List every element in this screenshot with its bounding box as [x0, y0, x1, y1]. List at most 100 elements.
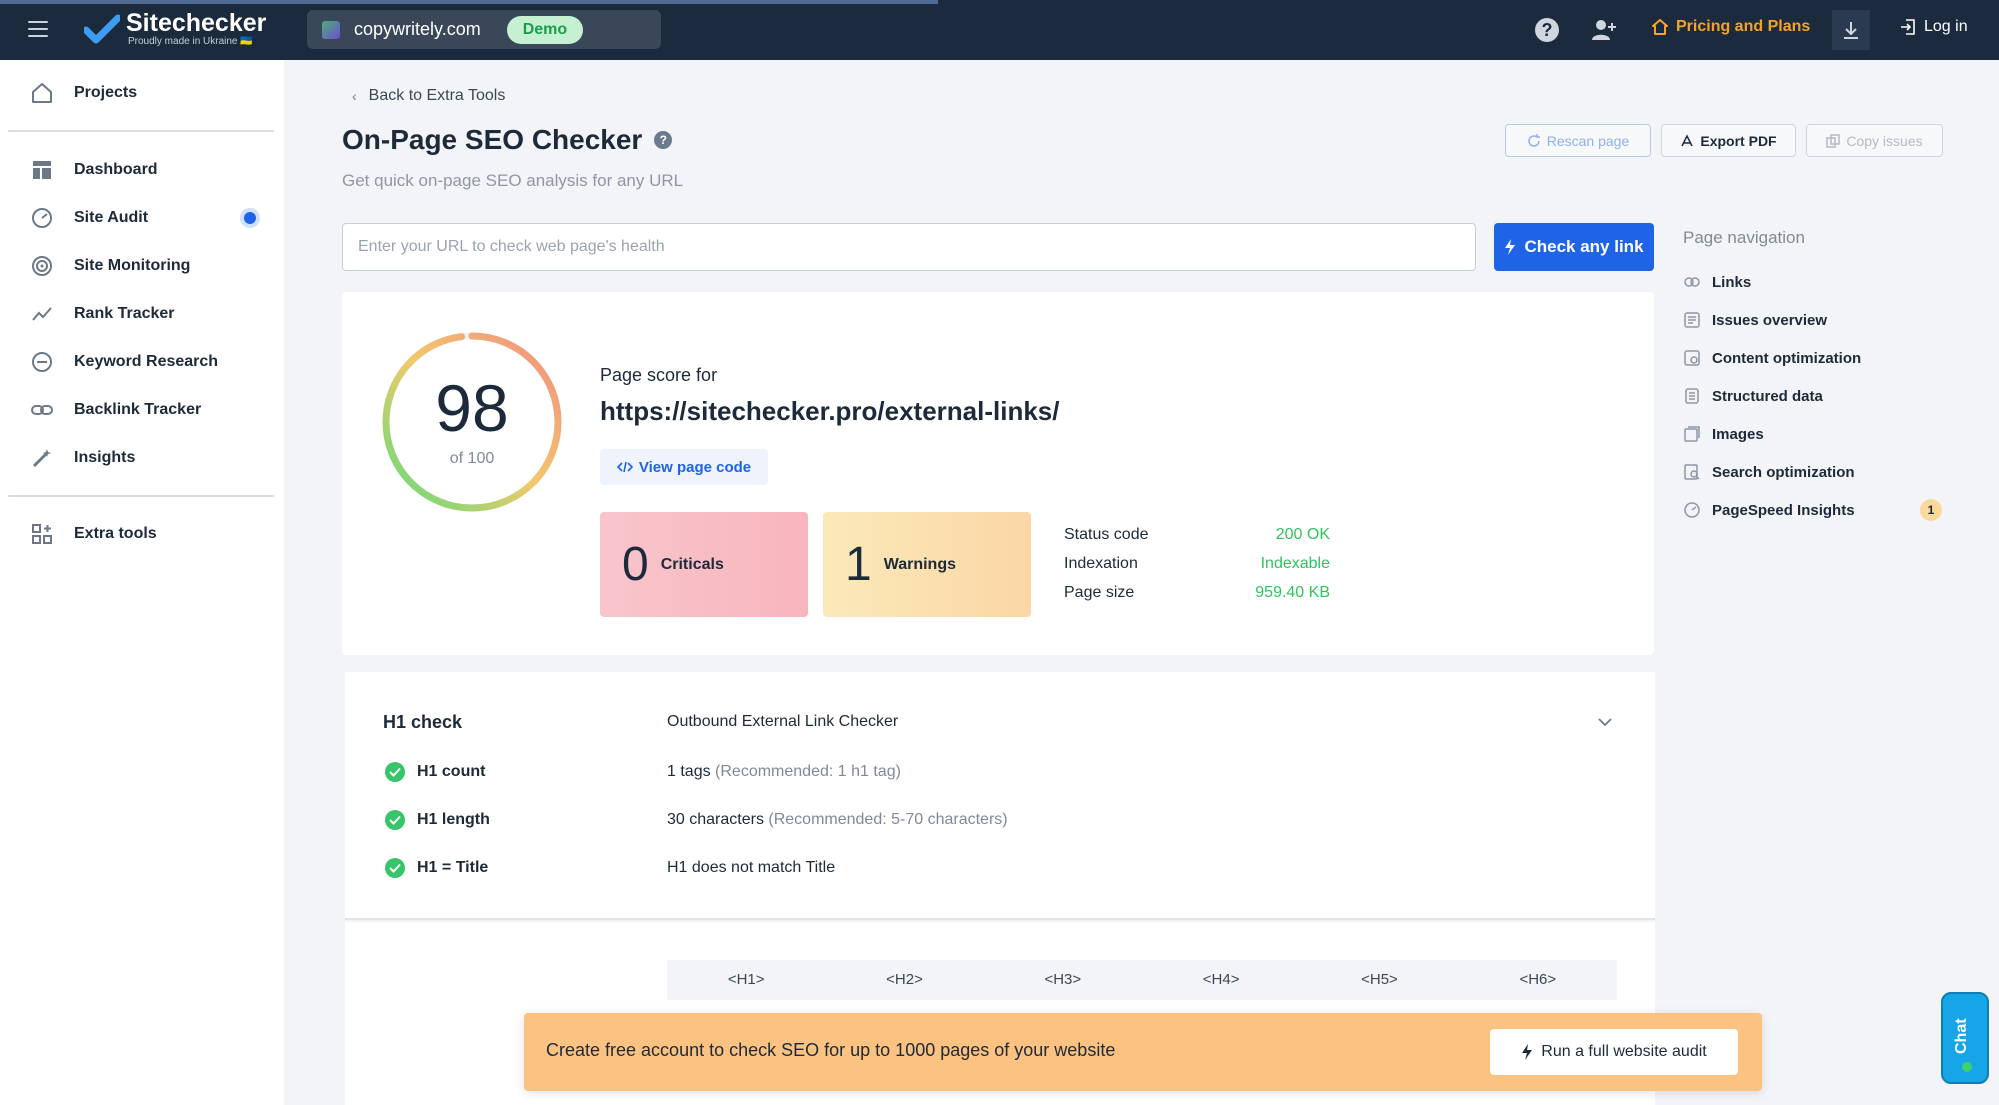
warnings-count: 1: [845, 537, 872, 591]
copy-label: Copy issues: [1846, 132, 1923, 149]
check-value: 30 characters: [667, 811, 764, 828]
menu-icon[interactable]: [28, 21, 48, 37]
keyword-icon: [30, 350, 54, 374]
copy-issues-button[interactable]: Copy issues: [1806, 124, 1943, 157]
page-nav-links[interactable]: Links: [1684, 270, 1942, 294]
sidebar-item-label: Site Monitoring: [74, 257, 191, 274]
download-button[interactable]: [1832, 10, 1870, 50]
rescan-page-button[interactable]: Rescan page: [1505, 124, 1651, 157]
chat-widget-button[interactable]: Chat: [1941, 992, 1989, 1084]
page-nav-images[interactable]: Images: [1684, 422, 1942, 446]
login-link[interactable]: Log in: [1900, 18, 1968, 36]
lightning-icon: [1505, 239, 1516, 255]
warnings-box[interactable]: 1 Warnings: [823, 512, 1031, 617]
issues-icon: [1684, 312, 1700, 328]
criticals-box[interactable]: 0 Criticals: [600, 512, 808, 617]
rescan-label: Rescan page: [1546, 132, 1630, 149]
sidebar-item-rank-tracker[interactable]: Rank Tracker: [30, 299, 270, 329]
check-value: 1 tags: [667, 763, 711, 780]
pricing-label: Pricing and Plans: [1676, 18, 1811, 35]
sidebar-item-site-audit[interactable]: Site Audit: [30, 203, 270, 233]
tag-header-h2: <H2>: [886, 971, 923, 988]
search-doc-icon: [1684, 464, 1700, 480]
back-to-extra-tools-link[interactable]: ‹ Back to Extra Tools: [352, 87, 505, 105]
score-card: 98 of 100 Page score for https://siteche…: [342, 292, 1654, 655]
add-user-button[interactable]: [1590, 16, 1618, 44]
page-nav-pagespeed-insights[interactable]: PageSpeed Insights 1: [1684, 498, 1942, 522]
dashboard-icon: [30, 158, 54, 182]
chevron-down-icon[interactable]: [1597, 714, 1613, 732]
scored-url: https://sitechecker.pro/external-links/: [600, 396, 1060, 426]
tag-header-h1: <H1>: [727, 971, 765, 988]
tag-header-h4: <H4>: [1202, 971, 1240, 988]
sidebar-item-projects[interactable]: Projects: [30, 78, 270, 108]
page-nav-structured-data[interactable]: Structured data: [1684, 384, 1942, 408]
check-any-link-button[interactable]: Check any link: [1494, 223, 1654, 271]
sidebar-item-keyword-research[interactable]: Keyword Research: [30, 347, 270, 377]
online-status-icon: [1962, 1062, 1972, 1072]
h1-length-value: 30 characters (Recommended: 5-70 charact…: [667, 811, 1008, 829]
banner-button-label: Run a full website audit: [1541, 1043, 1707, 1060]
h1-count-value: 1 tags (Recommended: 1 h1 tag): [667, 763, 901, 781]
check-name: H1 count: [417, 763, 486, 780]
check-button-label: Check any link: [1524, 237, 1644, 256]
login-label: Log in: [1924, 18, 1968, 35]
chat-label: Chat: [1953, 1018, 1970, 1054]
page-navigation-title: Page navigation: [1683, 228, 1805, 247]
trend-icon: [30, 302, 54, 326]
home-icon: [30, 81, 54, 105]
sidebar: Projects Dashboard Site Audit Site Monit…: [0, 60, 284, 1105]
sidebar-divider: [8, 495, 274, 497]
run-full-audit-button[interactable]: Run a full website audit: [1490, 1029, 1738, 1075]
sidebar-item-insights[interactable]: Insights: [30, 443, 270, 473]
h1-check-card: H1 check Outbound External Link Checker …: [345, 672, 1655, 920]
help-circle-icon[interactable]: ?: [654, 131, 673, 149]
demo-badge: Demo: [506, 15, 584, 44]
h1-count-row: H1 count: [385, 762, 485, 782]
page-nav-label: Structured data: [1712, 387, 1823, 405]
h1-check-value: Outbound External Link Checker: [667, 713, 899, 730]
h1-check-title: H1 check: [383, 712, 463, 732]
sidebar-item-extra-tools[interactable]: Extra tools: [30, 519, 270, 549]
stat-key: Status code: [1064, 526, 1149, 543]
stat-status-code: Status code 200 OK: [1064, 526, 1330, 544]
page-nav-content-optimization[interactable]: Content optimization: [1684, 346, 1942, 370]
view-code-label: View page code: [638, 458, 752, 476]
page-nav-search-optimization[interactable]: Search optimization: [1684, 460, 1942, 484]
page-nav-label: Search optimization: [1712, 463, 1855, 481]
project-selector[interactable]: copywritely.com Demo: [307, 10, 661, 49]
stat-page-size: Page size 959.40 KB: [1064, 584, 1330, 602]
logo-subtitle: Proudly made in Ukraine 🇺🇦: [128, 36, 253, 47]
page-subtitle: Get quick on-page SEO analysis for any U…: [342, 171, 684, 190]
pricing-link[interactable]: Pricing and Plans: [1652, 18, 1810, 36]
crown-icon: [1652, 19, 1668, 35]
link-icon: [1684, 274, 1700, 290]
tag-header-h5: <H5>: [1361, 971, 1398, 988]
export-pdf-button[interactable]: Export PDF: [1661, 124, 1796, 157]
sidebar-divider: [8, 130, 274, 132]
help-button[interactable]: ?: [1533, 16, 1561, 44]
sidebar-item-label: Dashboard: [74, 161, 158, 178]
view-page-code-button[interactable]: View page code: [600, 449, 768, 485]
sidebar-item-backlink-tracker[interactable]: Backlink Tracker: [30, 395, 270, 425]
h1-length-row: H1 length: [385, 810, 490, 830]
image-icon: [1684, 426, 1700, 442]
stat-key: Indexation: [1064, 555, 1138, 572]
refresh-icon: [1528, 133, 1540, 147]
tag-header-h3: <H3>: [1044, 971, 1082, 988]
page-nav-issues-overview[interactable]: Issues overview: [1684, 308, 1942, 332]
sidebar-item-label: Rank Tracker: [74, 305, 175, 322]
logo[interactable]: Sitechecker Proudly made in Ukraine 🇺🇦: [82, 10, 266, 48]
check-name: H1 length: [417, 811, 490, 828]
heading-tags-header: <H1> <H2> <H3> <H4> <H5> <H6>: [667, 960, 1617, 1000]
sidebar-item-dashboard[interactable]: Dashboard: [30, 155, 270, 185]
page-nav-label: Links: [1712, 273, 1752, 291]
url-input[interactable]: [342, 223, 1476, 271]
login-icon: [1901, 19, 1915, 35]
check-circle-icon: [385, 762, 405, 782]
score-of-label: of 100: [449, 450, 495, 467]
code-icon: [616, 461, 633, 473]
sidebar-item-site-monitoring[interactable]: Site Monitoring: [30, 251, 270, 281]
logo-check-icon: [82, 14, 122, 44]
check-recommendation: (Recommended: 5-70 characters): [768, 811, 1008, 828]
